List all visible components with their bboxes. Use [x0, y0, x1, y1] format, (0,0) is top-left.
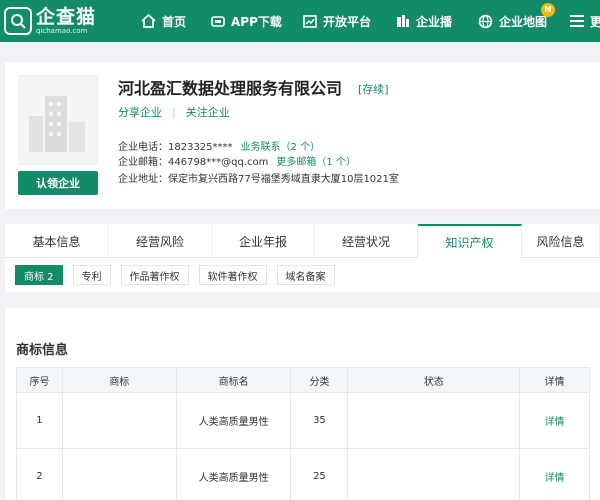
- tab-annual-report[interactable]: 企业年报: [212, 224, 315, 258]
- tab-risk-info[interactable]: 风险信息: [522, 224, 600, 258]
- detail-link[interactable]: 详情: [519, 392, 590, 449]
- new-badge: N: [541, 3, 556, 17]
- cell-status: [347, 392, 521, 449]
- status-badge: [存续]: [358, 83, 389, 96]
- logo-name: 企查猫: [36, 6, 97, 28]
- chart-icon: [303, 14, 317, 28]
- main-tabs: 基本信息 经营风险 企业年报 经营状况 知识产权 风险信息: [5, 224, 600, 258]
- nav-enterprise-map-label: 企业地图: [499, 14, 548, 29]
- subtab-domain-record[interactable]: 域名备案: [276, 265, 335, 285]
- divider: |: [172, 106, 176, 119]
- company-header: 认领企业 河北盈汇数据处理服务有限公司 [存续] 分享企业 | 关注企业 企业电话：…: [5, 62, 600, 209]
- buildings-icon: [396, 14, 410, 28]
- cell-status: [347, 448, 521, 500]
- follow-company-link[interactable]: 关注企业: [186, 106, 230, 119]
- nav-open-platform[interactable]: 开放平台: [303, 0, 371, 42]
- col-class: 分类: [290, 367, 349, 393]
- claim-company-button[interactable]: 认领企业: [18, 171, 98, 195]
- col-status: 状态: [347, 367, 521, 393]
- logo-icon: [4, 7, 32, 35]
- table-header-row: 序号 商标 商标名 分类 状态 详情: [16, 367, 590, 393]
- top-nav: 企查猫 qichamao.com 首页 APP下载 开放平台 企业播 企业地图 …: [0, 0, 600, 42]
- company-logo-placeholder: [18, 75, 98, 165]
- subtab-patent[interactable]: 专利: [72, 265, 111, 285]
- col-name: 商标名: [175, 367, 292, 393]
- cell-class: 35: [290, 392, 349, 449]
- address-line: 企业地址：保定市复兴西路77号福堡秀域直隶大厦10层1021室: [118, 170, 399, 185]
- company-name: 河北盈汇数据处理服务有限公司: [118, 79, 343, 98]
- globe-icon: [478, 14, 493, 29]
- phone-value: 1823325****: [168, 142, 233, 153]
- share-company-link[interactable]: 分享企业: [118, 106, 162, 119]
- logo-domain: qichamao.com: [36, 27, 88, 35]
- nav-enterprise-map[interactable]: 企业地图 N: [478, 0, 556, 42]
- business-contact-link[interactable]: 业务联系（2 个）: [241, 142, 321, 153]
- site-logo[interactable]: 企查猫 qichamao.com: [4, 7, 130, 35]
- app-icon: [211, 15, 225, 28]
- tab-intellectual-property[interactable]: 知识产权: [418, 224, 522, 258]
- trademark-table: 序号 商标 商标名 分类 状态 详情 1 人类高质量男性 35 详情 2 人类高…: [16, 367, 590, 500]
- col-no: 序号: [16, 367, 63, 393]
- cell-no: 2: [16, 448, 63, 500]
- home-icon: [141, 14, 156, 28]
- col-detail: 详情: [519, 367, 590, 393]
- section-title: 商标信息: [16, 343, 69, 358]
- cell-name: 人类高质量男性: [175, 448, 292, 500]
- table-row: 2 人类高质量男性 25 详情: [16, 448, 590, 500]
- phone-line: 企业电话：1823325**** 业务联系（2 个）: [118, 138, 320, 153]
- subtab-software-copyright[interactable]: 软件著作权: [198, 265, 267, 285]
- phone-label: 企业电话：: [118, 142, 168, 153]
- cell-class: 25: [290, 448, 349, 500]
- subtab-works-copyright[interactable]: 作品著作权: [120, 265, 189, 285]
- tab-operating-status[interactable]: 经营状况: [315, 224, 418, 258]
- tab-operating-risk[interactable]: 经营风险: [109, 224, 212, 258]
- cell-no: 1: [16, 392, 63, 449]
- nav-app-label: APP下载: [231, 14, 282, 29]
- address-value: 保定市复兴西路77号福堡秀域直隶大厦10层1021室: [168, 174, 399, 185]
- cell-logo: [61, 448, 177, 500]
- menu-icon: [570, 15, 584, 27]
- table-row: 1 人类高质量男性 35 详情: [16, 392, 590, 449]
- email-value: 446798***@qq.com: [168, 157, 269, 168]
- nav-app[interactable]: APP下载: [211, 0, 282, 42]
- company-actions: 分享企业 | 关注企业: [118, 104, 230, 120]
- nav-home-label: 首页: [162, 14, 187, 29]
- nav-enterprise-broadcast[interactable]: 企业播: [396, 0, 452, 42]
- cell-name: 人类高质量男性: [175, 392, 292, 449]
- nav-home[interactable]: 首页: [141, 0, 186, 42]
- more-email-link[interactable]: 更多邮箱（1 个）: [276, 157, 356, 168]
- detail-link[interactable]: 详情: [519, 448, 590, 500]
- tab-basic-info[interactable]: 基本信息: [5, 224, 109, 258]
- ip-subtabs: 商标 2 专利 作品著作权 软件著作权 域名备案: [5, 258, 600, 292]
- subtab-trademark[interactable]: 商标 2: [15, 265, 63, 285]
- email-line: 企业邮箱：446798***@qq.com 更多邮箱（1 个）: [118, 153, 356, 168]
- nav-enterprise-broadcast-label: 企业播: [416, 14, 453, 29]
- nav-more[interactable]: 更: [570, 0, 600, 42]
- trademark-section: 商标信息 序号 商标 商标名 分类 状态 详情 1 人类高质量男性 35 详情 …: [5, 308, 600, 500]
- address-label: 企业地址：: [118, 174, 168, 185]
- nav-open-platform-label: 开放平台: [323, 14, 372, 29]
- cell-logo: [61, 392, 177, 449]
- nav-more-label: 更: [590, 14, 600, 29]
- col-logo: 商标: [61, 367, 177, 393]
- email-label: 企业邮箱：: [118, 157, 168, 168]
